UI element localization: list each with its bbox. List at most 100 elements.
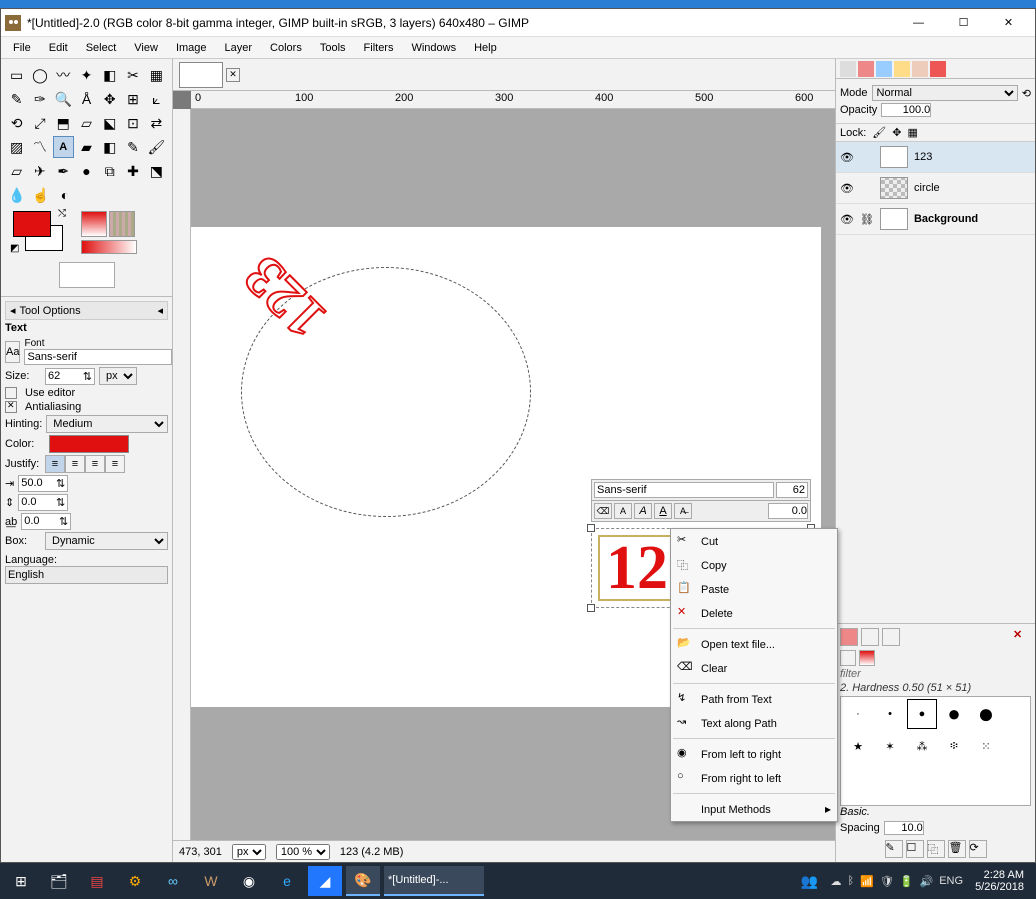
brush-new-icon[interactable]: ☐ [906, 840, 924, 858]
ellipse-select-tool[interactable]: ◯ [29, 64, 50, 86]
airbrush-tool[interactable]: ✈ [29, 160, 50, 182]
paths-tab-icon[interactable] [876, 61, 892, 77]
ctx-ltr[interactable]: ◉From left to right [671, 742, 837, 766]
brush-swatch-2[interactable] [859, 650, 875, 666]
eraser-tool[interactable]: ▱ [6, 160, 27, 182]
crop-tool[interactable]: ⟀ [146, 88, 167, 110]
eye-icon[interactable]: 👁 [840, 213, 854, 226]
menu-colors[interactable]: Colors [262, 40, 310, 56]
channels-tab-icon[interactable] [858, 61, 874, 77]
brush-cell[interactable]: ● [971, 699, 1001, 729]
tb-gimp-icon[interactable]: 🎨 [346, 866, 380, 896]
mode-select[interactable]: Normal [872, 85, 1018, 101]
popup-italic-icon[interactable]: A [634, 503, 652, 519]
brush-dup-icon[interactable]: ⿻ [927, 840, 945, 858]
tray-cloud-icon[interactable]: ☁ [831, 875, 842, 888]
size-spinner[interactable]: 62⇅ [45, 368, 95, 385]
pointer-tab-icon[interactable] [930, 61, 946, 77]
unit-select[interactable]: px [232, 844, 266, 860]
text-tool[interactable]: A [53, 136, 74, 158]
menu-windows[interactable]: Windows [403, 40, 464, 56]
use-editor-check[interactable] [5, 387, 17, 399]
delete-icon[interactable]: ✕ [1013, 628, 1031, 646]
hist-tab-icon[interactable] [912, 61, 928, 77]
font-icon[interactable]: Aa [5, 341, 20, 363]
scissors-tool[interactable]: ✂ [122, 64, 143, 86]
blur-tool[interactable]: 💧 [6, 184, 28, 206]
clone-tool[interactable]: ⧉ [99, 160, 120, 182]
menu-layer[interactable]: Layer [217, 40, 261, 56]
mypaint-tool[interactable]: ● [76, 160, 97, 182]
brush-cell[interactable]: · [843, 699, 873, 729]
zoom-select[interactable]: 100 % [276, 844, 330, 860]
fg-color[interactable] [13, 211, 51, 237]
people-icon[interactable]: 👥 [793, 866, 827, 896]
justify-fill[interactable]: ≡ [105, 455, 125, 473]
tray-shield-icon[interactable]: 🛡 [880, 875, 894, 888]
brush-cell[interactable]: • [875, 699, 905, 729]
tb-gear-icon[interactable]: ⚙ [118, 866, 152, 896]
pattern-preview[interactable] [109, 211, 135, 237]
default-colors-icon[interactable]: ◩ [10, 243, 19, 254]
ruler-horizontal[interactable]: 0 100 200 300 400 500 600 [191, 91, 835, 109]
active-image-thumb[interactable] [59, 262, 115, 288]
brush-edit-icon[interactable]: ✎ [885, 840, 903, 858]
undo-tab-icon[interactable] [894, 61, 910, 77]
ctx-paste[interactable]: 📋Paste [671, 577, 837, 601]
lock-alpha-icon[interactable]: ▦ [907, 126, 917, 139]
layer-row[interactable]: 👁 circle [836, 173, 1035, 204]
free-select-tool[interactable]: 〰 [53, 64, 74, 86]
brush-filter[interactable]: filter [840, 668, 1031, 680]
brush-cell[interactable]: ● [939, 699, 969, 729]
rotate-tool[interactable]: ⟲ [6, 112, 27, 134]
transform-tool[interactable]: ⬕ [99, 112, 120, 134]
fuzzy-select-tool[interactable]: ✦ [76, 64, 97, 86]
tb-gimp-window[interactable]: *[Untitled]-... [384, 866, 484, 896]
close-doc-icon[interactable]: ✕ [226, 68, 240, 82]
start-button[interactable]: ⊞ [4, 866, 38, 896]
mode-reset-icon[interactable]: ⟲ [1022, 87, 1031, 100]
layer-row[interactable]: 👁 ⛓ Background [836, 204, 1035, 235]
rect-select-tool[interactable]: ▭ [6, 64, 27, 86]
tray-bt-icon[interactable]: ᛒ [848, 875, 855, 887]
gradient-tool[interactable]: ◧ [99, 136, 120, 158]
layer-name[interactable]: circle [914, 182, 940, 194]
shear-tool[interactable]: ⬒ [53, 112, 74, 134]
fg-bg-swatch[interactable]: ⤭ ◩ [13, 211, 63, 251]
ctx-path-from-text[interactable]: ↯Path from Text [671, 687, 837, 711]
menu-select[interactable]: Select [78, 40, 125, 56]
justify-center[interactable]: ≡ [85, 455, 105, 473]
tray-battery-icon[interactable]: 🔋 [900, 875, 914, 888]
tb-pdf-icon[interactable]: ▤ [80, 866, 114, 896]
measure-tool[interactable]: Å [76, 88, 97, 110]
menu-view[interactable]: View [126, 40, 166, 56]
tb-explorer-icon[interactable]: 🗂 [42, 866, 76, 896]
tray-lang[interactable]: ENG [939, 875, 963, 887]
perspective-tool[interactable]: ▱ [76, 112, 97, 134]
ctx-clear[interactable]: ⌫Clear [671, 656, 837, 680]
handle-tool[interactable]: ⊡ [122, 112, 143, 134]
opacity-input[interactable] [881, 103, 931, 117]
detach-icon[interactable]: ◂ [157, 304, 163, 317]
ctx-copy[interactable]: ⿻Copy [671, 553, 837, 577]
menu-file[interactable]: File [5, 40, 39, 56]
menu-image[interactable]: Image [168, 40, 215, 56]
pattern-tab-icon[interactable] [861, 628, 879, 646]
brush-swatch-1[interactable] [840, 650, 856, 666]
ctx-cut[interactable]: ✂Cut [671, 529, 837, 553]
layer-name[interactable]: Background [914, 213, 978, 225]
eye-icon[interactable]: 👁 [840, 151, 854, 164]
brush-cell[interactable]: ፨ [939, 731, 969, 761]
size-unit[interactable]: px [99, 367, 137, 385]
clock[interactable]: 2:28 AM 5/26/2018 [967, 869, 1032, 893]
indent-spinner[interactable]: 50.0⇅ [18, 475, 68, 492]
brush-cell[interactable]: ⁂ [907, 731, 937, 761]
link-icon[interactable]: ⛓ [860, 213, 874, 226]
popup-kern-input[interactable] [768, 503, 808, 519]
popup-strike-icon[interactable]: A̶ [674, 503, 692, 519]
popup-underline-icon[interactable]: A [654, 503, 672, 519]
brush-cell[interactable]: ✶ [875, 731, 905, 761]
picker-tool[interactable]: ✑ [29, 88, 50, 110]
brush-cell[interactable]: ⁙ [971, 731, 1001, 761]
heal-tool[interactable]: ✚ [122, 160, 143, 182]
